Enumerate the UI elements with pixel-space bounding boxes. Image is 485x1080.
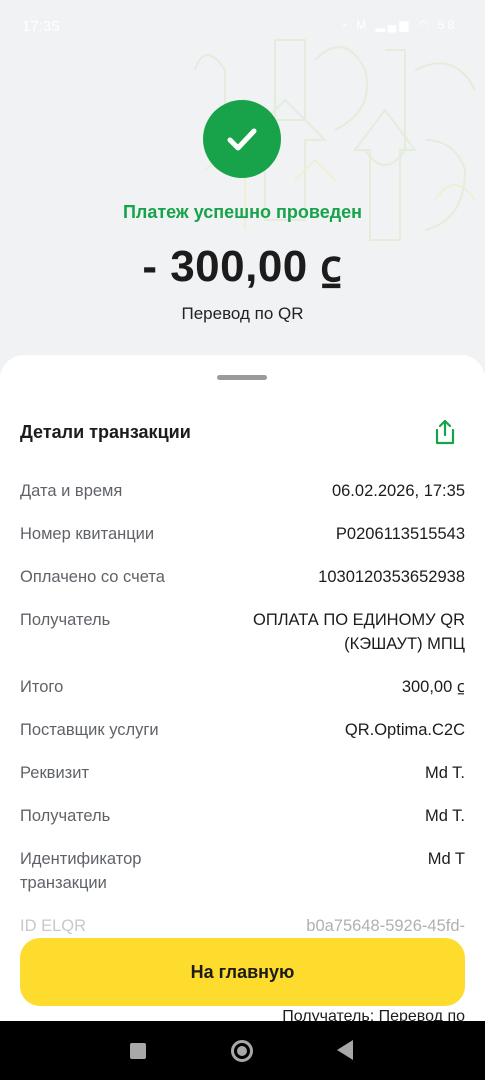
detail-label: Оплачено со счета	[20, 568, 165, 586]
success-check-icon	[203, 100, 281, 178]
detail-value: QR.Optima.C2C	[344, 721, 465, 739]
detail-label: Реквизит	[20, 764, 89, 782]
status-time: 17:35	[22, 18, 60, 35]
detail-value: Md T.	[424, 807, 465, 825]
detail-label: ID ELQR	[20, 917, 87, 935]
drag-handle[interactable]	[217, 375, 267, 380]
status-icons: ◔ M ▂▄▆ ◠ 58	[339, 18, 457, 32]
detail-value: 300,00 ⃀	[401, 678, 465, 696]
success-message: Платеж успешно проведен	[122, 202, 363, 222]
header-area: 17:35 ◔ M ▂▄▆ ◠ 58 Платеж успешно провед…	[0, 0, 485, 380]
detail-value: ОПЛАТА ПО ЕДИНОМУ QR (КЭШАУТ) МПЦ	[253, 611, 465, 653]
details-title: Детали транзакции	[20, 422, 191, 442]
detail-value: Md T	[427, 850, 465, 868]
detail-label: Получатель	[20, 611, 111, 629]
detail-value: Md T.	[424, 764, 465, 782]
status-bar: 17:35 ◔ M ▂▄▆ ◠ 58	[0, 0, 485, 52]
share-icon[interactable]	[433, 419, 457, 445]
transaction-details-sheet: Детали транзакции Дата и время 06.02.202…	[0, 355, 485, 1025]
recents-icon[interactable]	[130, 1043, 146, 1059]
detail-value: 06.02.2026, 17:35	[331, 482, 465, 500]
detail-value: P0206113515543	[335, 525, 465, 543]
home-button[interactable]: На главную	[20, 938, 465, 1006]
back-icon[interactable]	[337, 1040, 353, 1060]
detail-label: Получатель	[20, 807, 111, 825]
system-nav-bar	[0, 1021, 485, 1080]
detail-label: Дата и время	[20, 482, 123, 500]
home-nav-icon[interactable]	[231, 1040, 253, 1062]
detail-label: Поставщик услуги	[20, 721, 159, 739]
detail-value: b0a75648-5926-45fd-	[306, 917, 465, 935]
detail-label: Номер квитанции	[20, 525, 155, 543]
detail-value: 1030120353652938	[318, 568, 465, 586]
detail-label: Итого	[20, 678, 64, 696]
payment-amount: - 300,00 ⃀	[142, 242, 343, 291]
detail-label: Идентификатор транзакции	[20, 850, 142, 892]
payment-type: Перевод по QR	[181, 304, 304, 323]
